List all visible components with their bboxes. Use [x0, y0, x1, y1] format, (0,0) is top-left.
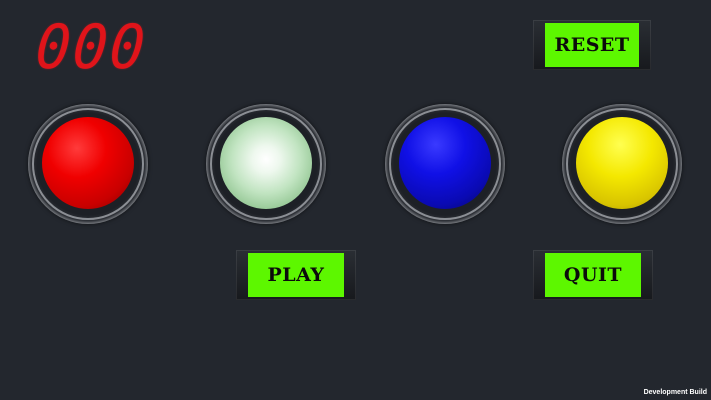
reset-button[interactable]: RESET — [545, 23, 639, 67]
play-button-frame: PLAY — [236, 250, 356, 300]
green-button[interactable] — [220, 117, 312, 209]
blue-pad — [385, 104, 505, 224]
reset-button-frame: RESET — [533, 20, 651, 70]
score-display: 000 — [33, 11, 150, 83]
quit-button-frame: QUIT — [533, 250, 653, 300]
play-button[interactable]: PLAY — [248, 253, 344, 297]
red-button[interactable] — [42, 117, 134, 209]
blue-button[interactable] — [399, 117, 491, 209]
development-build-label: Development Build — [643, 389, 707, 396]
quit-button[interactable]: QUIT — [545, 253, 641, 297]
yellow-pad — [562, 104, 682, 224]
red-pad — [28, 104, 148, 224]
green-pad — [206, 104, 326, 224]
yellow-button[interactable] — [576, 117, 668, 209]
